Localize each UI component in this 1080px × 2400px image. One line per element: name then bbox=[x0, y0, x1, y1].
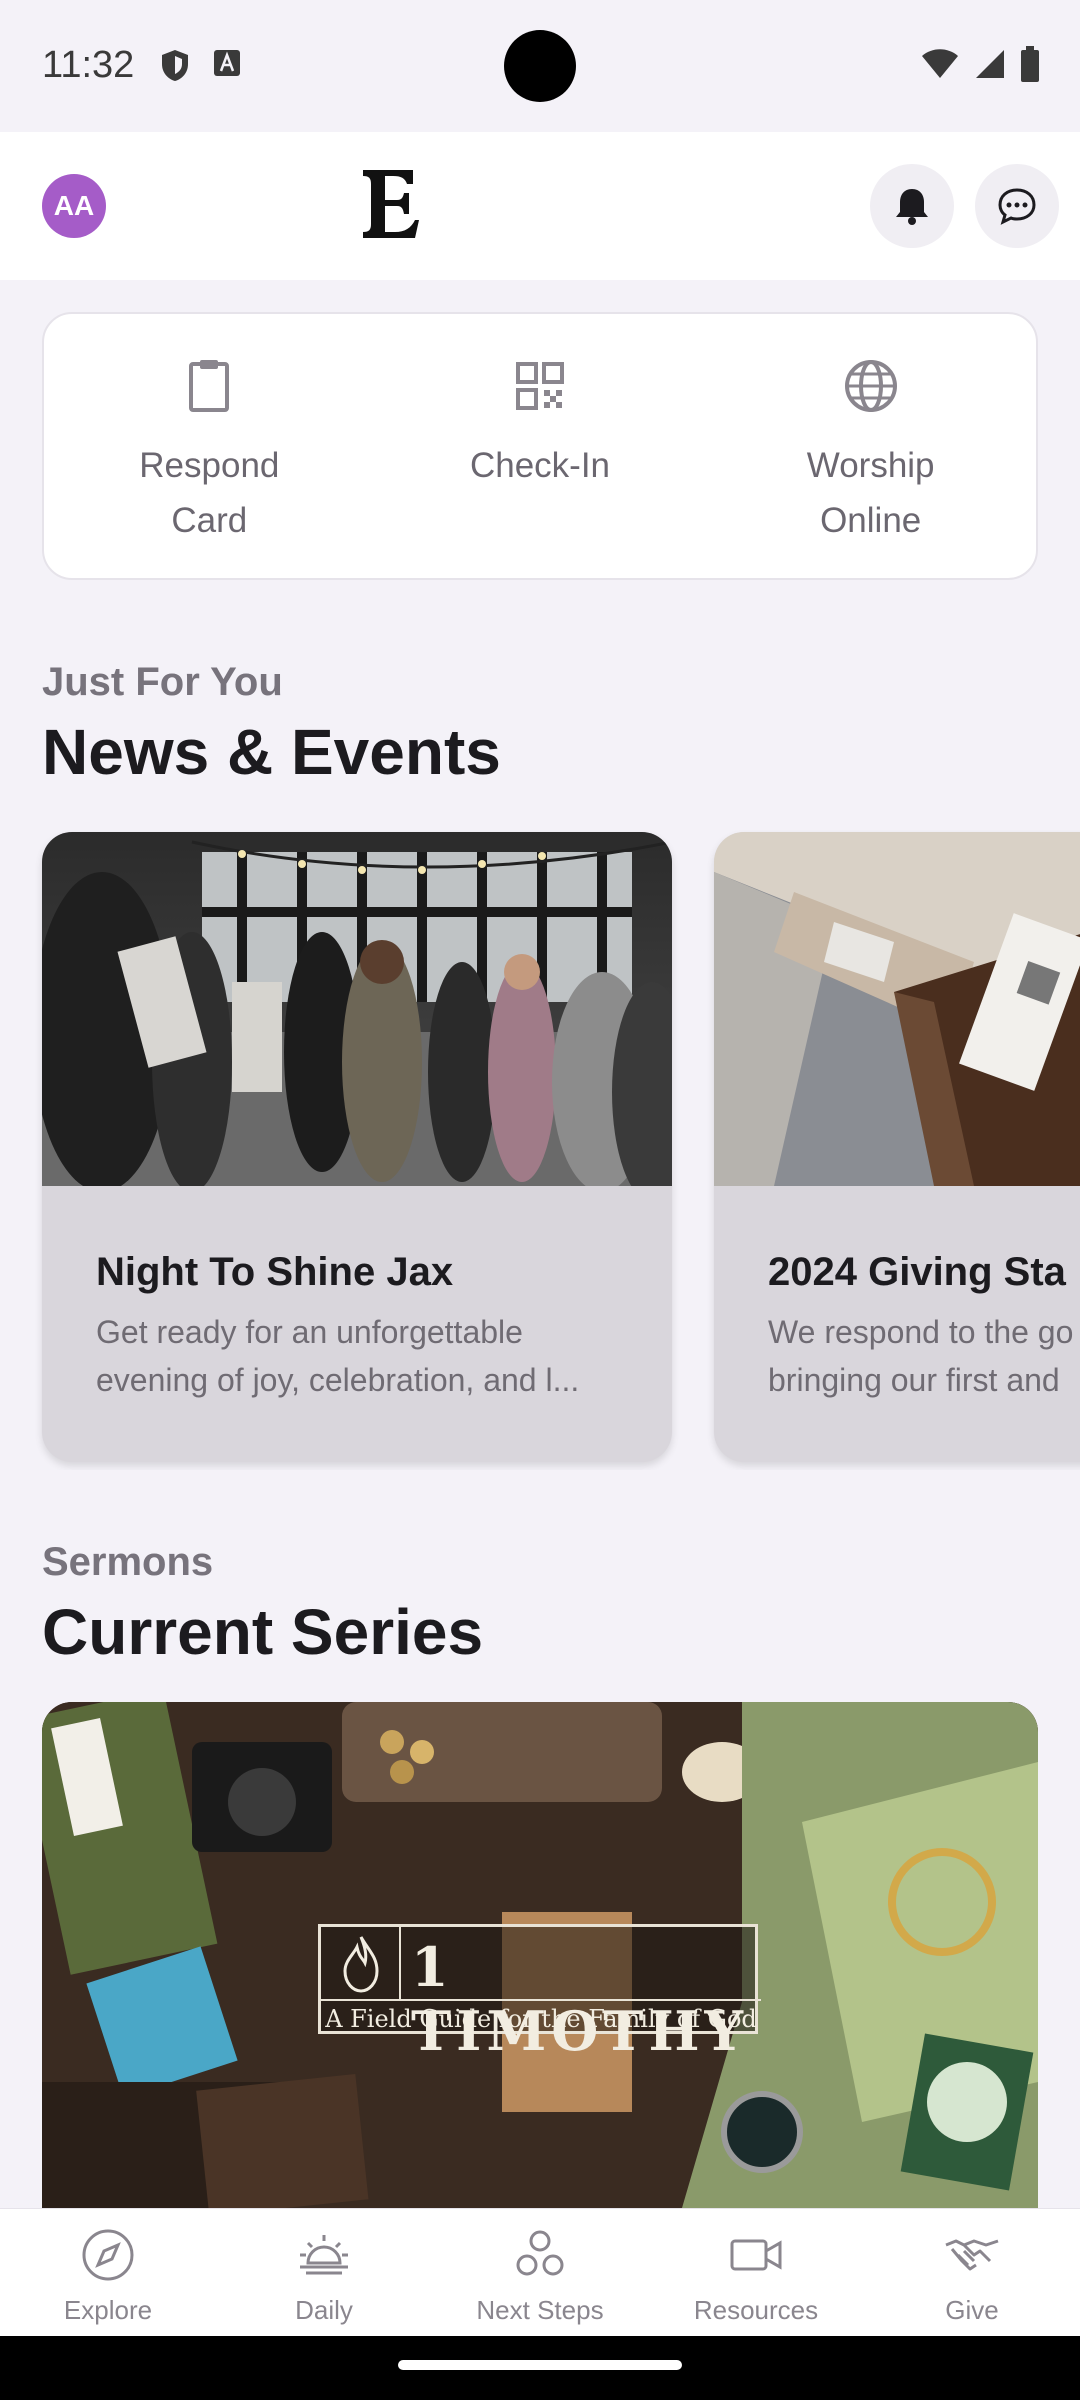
chat-icon bbox=[998, 188, 1036, 225]
flame-icon bbox=[343, 1936, 379, 1993]
news-card[interactable]: Night To Shine Jax Get ready for an unfo… bbox=[42, 832, 672, 1462]
video-icon bbox=[730, 2239, 782, 2271]
quick-actions-card: Respond Card Check-In Worship Online bbox=[42, 312, 1038, 580]
series-title-plaque: 1 TIMOTHY A Field Guide for the Family o… bbox=[318, 1924, 761, 2063]
news-card-title: 2024 Giving Sta bbox=[768, 1250, 1066, 1294]
shield-icon bbox=[162, 50, 188, 81]
globe-icon bbox=[844, 360, 897, 412]
series-subtitle: A Field Guide for the Family of God bbox=[321, 1999, 761, 2033]
check-in-label: Check-In bbox=[469, 446, 611, 485]
bottom-nav: Explore Daily Next Steps Resources Give bbox=[0, 2208, 1080, 2336]
respond-card-button[interactable]: Respond Card bbox=[44, 314, 375, 578]
current-series-banner[interactable]: 1 TIMOTHY A Field Guide for the Family o… bbox=[42, 1702, 1038, 2208]
wifi-icon bbox=[922, 49, 958, 78]
nav-resources-label: Resources bbox=[693, 2295, 819, 2325]
camera-cutout bbox=[504, 30, 576, 102]
nav-next-steps[interactable]: Next Steps bbox=[432, 2209, 648, 2336]
status-bar: 11:32 bbox=[0, 0, 1080, 132]
bell-icon bbox=[896, 189, 928, 225]
nav-give[interactable]: Give bbox=[864, 2209, 1080, 2336]
news-kicker: Just For You bbox=[42, 660, 283, 704]
nav-give-label: Give bbox=[945, 2295, 999, 2325]
sermons-title: Current Series bbox=[42, 1596, 484, 1668]
nav-explore-label: Explore bbox=[63, 2295, 153, 2325]
signal-icon bbox=[976, 50, 1004, 78]
clipboard-icon bbox=[189, 360, 230, 412]
handshake-icon bbox=[945, 2239, 999, 2271]
nav-daily-label: Daily bbox=[295, 2295, 353, 2325]
nav-next-steps-label: Next Steps bbox=[476, 2295, 604, 2325]
news-card-description: We respond to the go bringing our first … bbox=[768, 1314, 1074, 1398]
status-time: 11:32 bbox=[42, 44, 135, 86]
worship-online-label: Worship Online bbox=[806, 446, 935, 540]
respond-card-label: Respond Card bbox=[139, 446, 280, 540]
nav-daily[interactable]: Daily bbox=[216, 2209, 432, 2336]
home-gesture-pill[interactable] bbox=[398, 2360, 682, 2370]
nav-resources[interactable]: Resources bbox=[648, 2209, 864, 2336]
event-photo bbox=[42, 832, 672, 1186]
avatar[interactable]: AA bbox=[42, 174, 106, 238]
news-card-title: Night To Shine Jax bbox=[96, 1250, 454, 1294]
news-card[interactable]: 2024 Giving Sta We respond to the go bri… bbox=[714, 832, 1080, 1462]
circles-icon bbox=[516, 2230, 564, 2276]
nav-explore[interactable]: Explore bbox=[0, 2209, 216, 2336]
giving-photo bbox=[714, 832, 1080, 1186]
news-title: News & Events bbox=[42, 716, 501, 788]
worship-online-button[interactable]: Worship Online bbox=[705, 314, 1036, 578]
sunrise-icon bbox=[300, 2235, 348, 2275]
news-carousel[interactable]: Night To Shine Jax Get ready for an unfo… bbox=[0, 830, 1080, 1470]
church-logo bbox=[363, 170, 419, 238]
sermons-kicker: Sermons bbox=[42, 1540, 214, 1584]
app-header: AA bbox=[0, 132, 1080, 280]
font-icon bbox=[214, 50, 240, 76]
notifications-button[interactable] bbox=[870, 164, 954, 248]
news-card-description: Get ready for an unforgettable evening o… bbox=[96, 1314, 580, 1398]
qr-code-icon bbox=[516, 362, 564, 410]
battery-icon bbox=[1021, 46, 1039, 82]
compass-icon bbox=[82, 2229, 134, 2281]
messages-button[interactable] bbox=[975, 164, 1059, 248]
check-in-button[interactable]: Check-In bbox=[375, 314, 706, 578]
system-gesture-bar bbox=[0, 2336, 1080, 2400]
